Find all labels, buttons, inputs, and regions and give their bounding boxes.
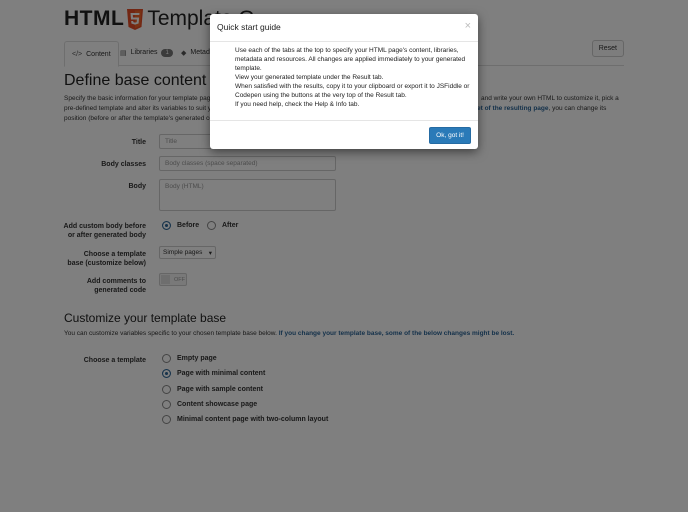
quick-start-modal: Quick start guide × Use each of the tabs… bbox=[210, 14, 478, 149]
modal-footer: Ok, got it! bbox=[210, 120, 478, 150]
close-icon[interactable]: × bbox=[465, 20, 471, 32]
guide-list-item: Codepen using the buttons at the very to… bbox=[235, 92, 407, 99]
guide-list-item: Use each of the tabs at the top to speci… bbox=[235, 47, 459, 54]
guide-list-item: If you need help, check the Help & Info … bbox=[235, 101, 360, 108]
guide-list: Use each of the tabs at the top to speci… bbox=[210, 46, 470, 109]
modal-header: Quick start guide × bbox=[210, 14, 478, 42]
ok-got-it-button[interactable]: Ok, got it! bbox=[429, 127, 471, 144]
guide-list-item: metadata and resources. All changes are … bbox=[235, 56, 466, 63]
guide-list-item: View your generated template under the R… bbox=[235, 74, 384, 81]
guide-list-item: When satisfied with the results, copy it… bbox=[235, 83, 470, 90]
guide-list-item: template. bbox=[235, 65, 262, 72]
modal-body: Use each of the tabs at the top to speci… bbox=[210, 42, 478, 120]
modal-title: Quick start guide bbox=[217, 22, 281, 32]
page: HTML Template G </> Content ▤ Libraries … bbox=[0, 0, 688, 512]
